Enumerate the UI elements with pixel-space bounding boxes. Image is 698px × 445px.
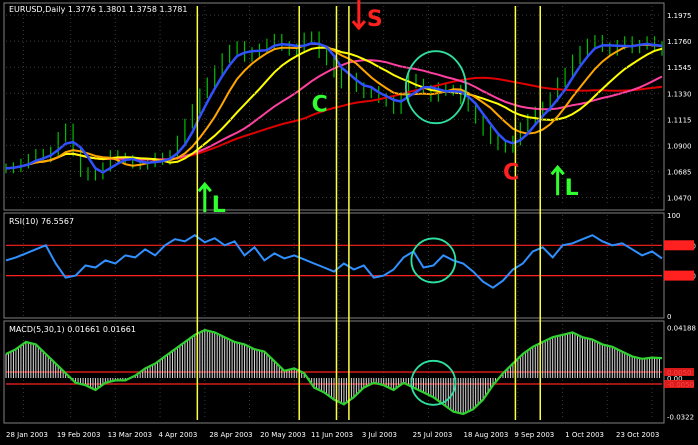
x-tick-label: 4 Apr 2003 [159,431,198,439]
x-tick-label: 1 Oct 2003 [565,431,604,439]
main-header: EURUSD,Daily 1.3776 1.3801 1.3758 1.3781 [9,5,188,14]
x-tick-label: 28 Apr 2003 [209,431,252,439]
main-y-tick-label: 1.0900 [667,142,692,150]
forex-chart: 1.1975 1.1760 1.1545 1.1330 1.1115 1.0900 1.06… [0,0,698,445]
x-tick-label: 28 Jan 2003 [6,431,48,439]
macd-header: MACD(5,30,1) 0.01661 0.01661 [9,325,136,334]
rsi-y-tick-label: 100 [667,212,680,220]
x-tick-label: 23 Oct 2003 [616,431,659,439]
main-y-tick-label: 1.1975 [667,12,692,20]
main-y-tick-label: 1.0685 [667,168,692,176]
main-y-tick-label: 1.0470 [667,195,692,203]
macd-y-tick-label: -0.0322 [667,414,694,422]
x-tick-label: 18 Aug 2003 [464,431,509,439]
main-y-tick-label: 1.1330 [667,90,692,98]
x-tick-label: 3 Jul 2003 [362,431,397,439]
signal-label: L [565,176,579,201]
rsi-y-tick-label: 0 [667,313,671,321]
rsi-level-badge [664,270,694,281]
x-tick-label: 25 Jul 2003 [413,431,453,439]
signal-label: C [312,92,328,117]
x-tick-label: 9 Sep 2003 [514,431,554,439]
rsi-header: RSI(10) 76.5567 [9,217,74,226]
macd-y-tick-label: 0.04188 [667,325,696,333]
main-y-tick-label: 1.1760 [667,38,692,46]
x-tick-label: 20 May 2003 [260,431,306,439]
signal-label: L [212,193,226,218]
macd-level-badge [664,380,694,388]
main-y-tick-label: 1.1115 [667,116,692,124]
x-tick-label: 13 Mar 2003 [108,431,152,439]
signal-label: C [503,160,519,185]
rsi-level-badge [664,240,694,251]
main-y-tick-label: 1.1545 [667,64,692,72]
x-tick-label: 19 Feb 2003 [57,431,101,439]
signal-label: S [367,7,383,32]
x-tick-label: 11 Jun 2003 [311,431,353,439]
macd-level-badge [664,368,694,376]
